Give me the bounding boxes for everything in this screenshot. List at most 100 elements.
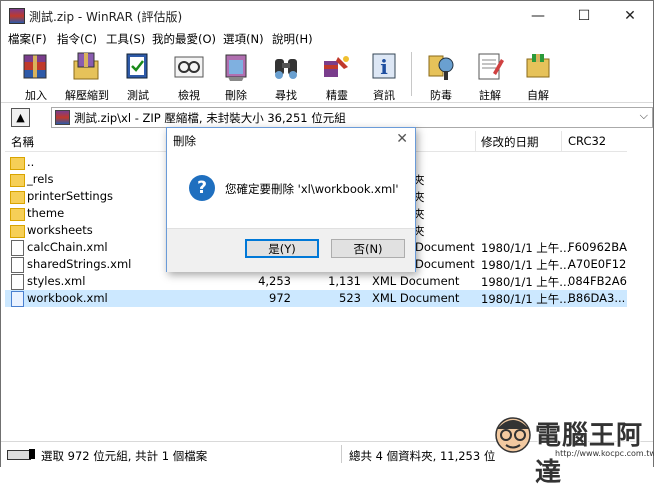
file-name: theme — [27, 206, 65, 220]
menu-options[interactable]: 選項(N) — [223, 31, 264, 47]
comment-icon — [478, 53, 504, 80]
dialog-message: 您確定要刪除 'xl\workbook.xml' — [225, 182, 399, 196]
question-icon: ? — [189, 175, 215, 201]
vertical-scrollbar[interactable] — [629, 131, 651, 441]
column-modified-header[interactable]: 修改的日期 — [481, 134, 539, 150]
file-name: calcChain.xml — [27, 240, 108, 254]
mascot-face-icon — [495, 417, 531, 453]
toolbar-extract-label: 解壓縮到 — [65, 89, 109, 102]
maximize-button[interactable]: ☐ — [561, 1, 607, 30]
address-bar: ▲ 測試.zip\xl - ZIP 壓縮檔, 未封裝大小 36,251 位元組 … — [1, 105, 653, 129]
svg-text:i: i — [380, 55, 388, 79]
toolbar-extract-button[interactable]: 解壓縮到 — [65, 50, 109, 102]
menu-help[interactable]: 說明(H) — [272, 31, 313, 47]
file-packed: 523 — [339, 291, 361, 305]
toolbar-sfx-label: 自解 — [527, 89, 549, 102]
file-type: XML Document — [372, 291, 460, 305]
toolbar-delete-button[interactable]: 刪除 — [214, 50, 258, 102]
file-size: 972 — [269, 291, 291, 305]
toolbar-test-button[interactable]: 測試 — [116, 50, 160, 102]
file-row[interactable]: styles.xml 4,253 1,131 XML Document 1980… — [5, 273, 627, 290]
toolbar-sfx-button[interactable]: 自解 — [516, 50, 560, 102]
xml-file-icon — [11, 291, 24, 307]
column-name-header[interactable]: 名稱 — [11, 134, 34, 150]
file-name: styles.xml — [27, 274, 86, 288]
status-totals: 總共 4 個資料夾, 11,253 位 — [349, 449, 496, 463]
archive-icon — [55, 110, 70, 125]
toolbar-delete-label: 刪除 — [225, 89, 247, 102]
drive-icon — [7, 450, 31, 460]
file-type: XML Document — [372, 274, 460, 288]
file-modified: 1980/1/1 上午... — [481, 241, 571, 255]
file-modified: 1980/1/1 上午... — [481, 258, 571, 272]
file-size: 4,253 — [258, 274, 291, 288]
no-button[interactable]: 否(N) — [331, 239, 405, 258]
xml-file-icon — [11, 274, 24, 290]
wizard-icon — [324, 56, 349, 77]
file-name: printerSettings — [27, 189, 113, 203]
xml-file-icon — [11, 240, 24, 256]
find-icon — [275, 59, 297, 79]
file-crc: A70E0F12 — [568, 257, 627, 271]
file-name: .. — [27, 155, 35, 169]
status-divider — [341, 445, 342, 463]
address-field[interactable]: 測試.zip\xl - ZIP 壓縮檔, 未封裝大小 36,251 位元組 ⌵ — [51, 107, 653, 128]
file-type: Document — [415, 257, 475, 271]
dialog-button-bar: 是(Y) 否(N) — [167, 228, 415, 272]
column-crc-header[interactable]: CRC32 — [568, 134, 606, 148]
file-name: sharedStrings.xml — [27, 257, 132, 271]
test-icon — [126, 53, 148, 79]
file-name: _rels — [27, 172, 54, 186]
watermark-url: http://www.kocpc.com.tw — [555, 449, 654, 458]
file-name: workbook.xml — [27, 291, 108, 305]
watermark: 電腦王阿達 http://www.kocpc.com.tw — [491, 411, 654, 488]
file-crc: B86DA3... — [568, 291, 626, 305]
menu-commands[interactable]: 指令(C) — [57, 31, 97, 47]
toolbar-find-label: 尋找 — [275, 89, 297, 102]
toolbar-wizard-label: 精靈 — [326, 89, 348, 102]
toolbar-virus-scan-button[interactable]: 防毒 — [419, 50, 463, 102]
delete-icon — [225, 54, 247, 81]
column-divider — [475, 131, 476, 151]
toolbar-info-label: 資訊 — [373, 89, 395, 102]
up-folder-button[interactable]: ▲ — [11, 108, 30, 127]
folder-icon — [10, 157, 25, 170]
chevron-down-icon[interactable]: ⌵ — [640, 109, 648, 123]
menu-bar: 檔案(F) 指令(C) 工具(S) 我的最愛(O) 選項(N) 說明(H) — [1, 30, 653, 48]
toolbar-wizard-button[interactable]: 精靈 — [315, 50, 359, 102]
menu-tools[interactable]: 工具(S) — [106, 31, 145, 47]
folder-icon — [10, 191, 25, 204]
xml-file-icon — [11, 257, 24, 273]
toolbar-view-button[interactable]: 檢視 — [167, 50, 211, 102]
info-icon: i — [372, 53, 396, 79]
dialog-close-button[interactable]: ✕ — [396, 131, 408, 147]
toolbar-add-button[interactable]: 加入 — [14, 50, 58, 102]
address-path: 測試.zip\xl - ZIP 壓縮檔, 未封裝大小 36,251 位元組 — [74, 111, 346, 125]
toolbar-find-button[interactable]: 尋找 — [264, 50, 308, 102]
sfx-icon — [526, 54, 550, 78]
toolbar-comment-button[interactable]: 註解 — [468, 50, 512, 102]
delete-confirm-dialog: 刪除 ✕ ? 您確定要刪除 'xl\workbook.xml' 是(Y) 否(N… — [166, 127, 416, 272]
minimize-button[interactable]: — — [515, 1, 561, 30]
toolbar: 加入 解壓縮到 測試 檢視 刪除 尋找 精靈 i 資訊 防毒 註解 自解 — [1, 48, 653, 103]
file-modified: 1980/1/1 上午... — [481, 275, 571, 289]
yes-button[interactable]: 是(Y) — [245, 239, 319, 258]
toolbar-comment-label: 註解 — [479, 89, 501, 102]
file-crc: F60962BA — [568, 240, 627, 254]
toolbar-separator — [411, 52, 412, 96]
file-row-selected[interactable]: workbook.xml 972 523 XML Document 1980/1… — [5, 290, 627, 307]
title-bar: 測試.zip - WinRAR (評估版) — ☐ ✕ — [1, 1, 653, 30]
winrar-window: 測試.zip - WinRAR (評估版) — ☐ ✕ 檔案(F) 指令(C) … — [0, 0, 654, 488]
folder-icon — [10, 174, 25, 187]
up-arrow-icon: ▲ — [16, 111, 25, 124]
toolbar-info-button[interactable]: i 資訊 — [362, 50, 406, 102]
dialog-title: 刪除 — [173, 134, 196, 148]
folder-icon — [10, 208, 25, 221]
menu-favorites[interactable]: 我的最愛(O) — [152, 31, 216, 47]
close-button[interactable]: ✕ — [607, 1, 653, 30]
menu-file[interactable]: 檔案(F) — [8, 31, 47, 47]
key-icon — [29, 449, 35, 459]
file-type: Document — [415, 240, 475, 254]
file-modified: 1980/1/1 上午... — [481, 292, 571, 306]
virus-scan-icon — [428, 55, 454, 80]
